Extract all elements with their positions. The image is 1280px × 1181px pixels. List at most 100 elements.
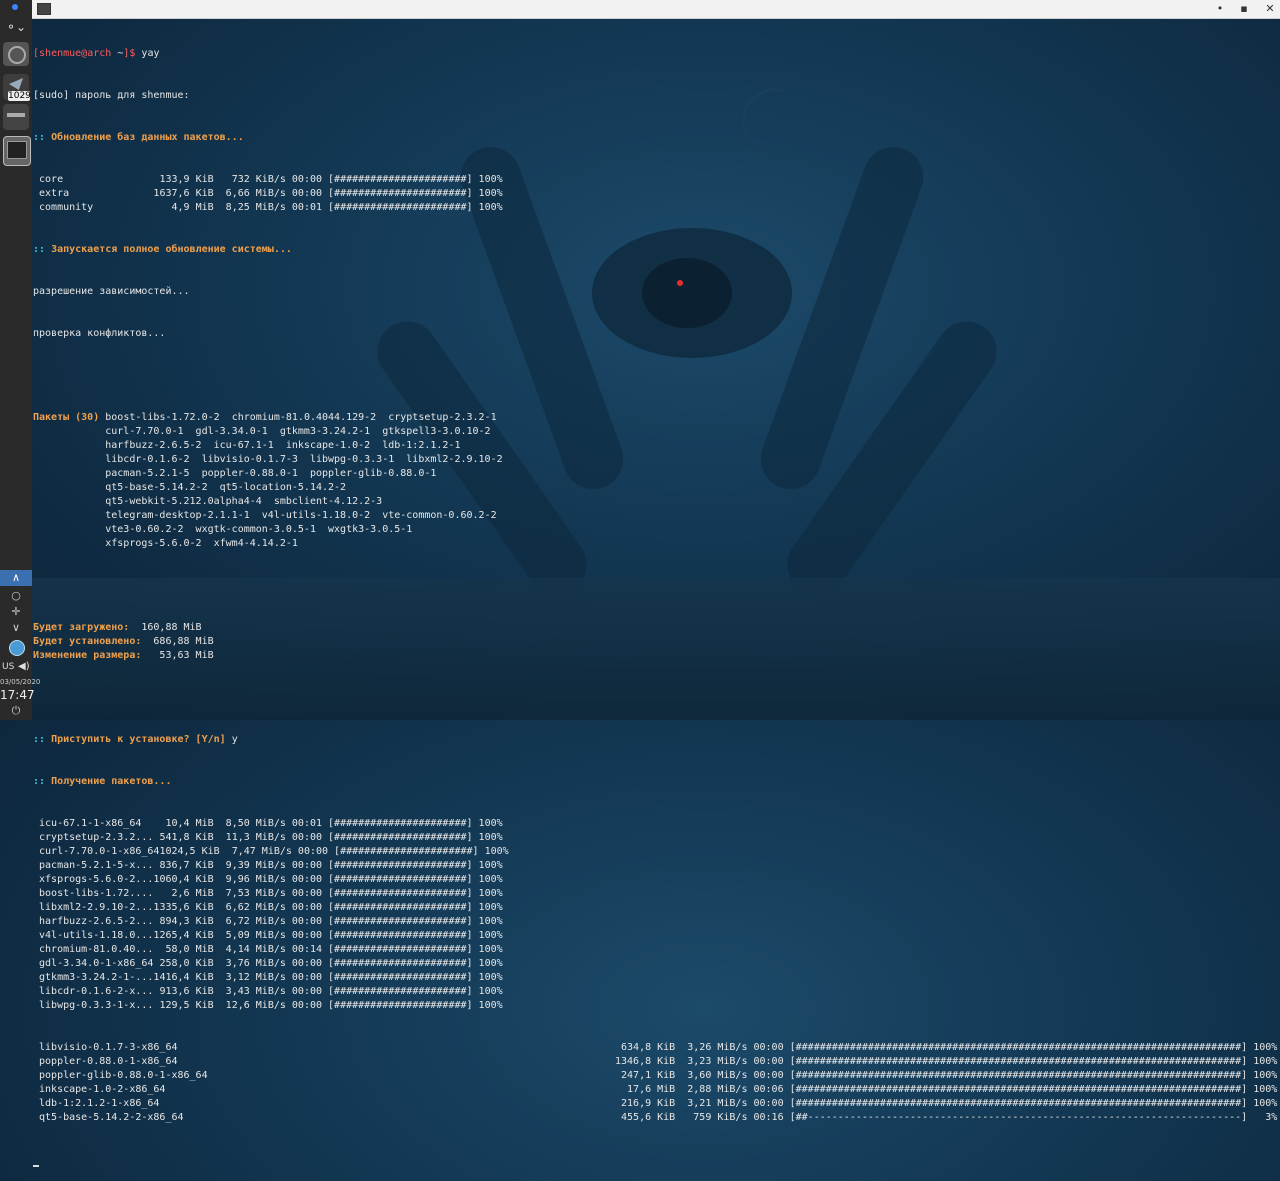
maximize-button[interactable]: ▪ (1236, 1, 1252, 17)
row-stats: 1346,8 KiB 3,23 MiB/s 00:00 [###########… (615, 1055, 1277, 1069)
row-name: qt5-base-5.14.2-2-x86_64 (33, 1112, 184, 1123)
row-time: 00:00 (291, 846, 329, 857)
row-speed: 8,25 MiB/s (213, 202, 286, 213)
taskbar-app-terminal[interactable] (3, 136, 31, 166)
row-size: 2,6 MiB (153, 888, 214, 899)
row-percent: 100% (472, 902, 503, 913)
row-time: 00:16 (747, 1112, 784, 1123)
header-marker: :: (33, 244, 52, 255)
text-cursor (33, 1165, 39, 1167)
package-line: curl-7.70.0-1 gdl-3.34.0-1 gtkmm3-3.24.2… (33, 425, 1280, 439)
section-header: :: Обновление баз данных пакетов... (33, 131, 1280, 145)
download-row: ldb-1:2.1.2-1-x86_64 216,9 KiB 3,21 MiB/… (33, 1097, 1280, 1111)
row-time: 00:00 (285, 902, 323, 913)
row-name: gdl-3.34.0-1-x86_64 (33, 958, 154, 969)
header-text: Обновление баз данных пакетов... (51, 132, 244, 143)
row-bar: [######################] (322, 174, 473, 185)
clock-date: 03/05/2020 (0, 678, 41, 686)
tray-expand-button[interactable]: ∧ (0, 570, 32, 586)
row-bar: [######################] (322, 1000, 473, 1011)
download-row: libvisio-0.1.7-3-x86_64 634,8 KiB 3,26 M… (33, 1041, 1280, 1055)
deps-line: разрешение зависимостей... (33, 286, 190, 297)
close-button[interactable]: ✕ (1262, 1, 1278, 17)
row-name: curl-7.70.0-1-x86_64 (33, 846, 160, 857)
download-row: gtkmm3-3.24.2-1-...1416,4 KiB 3,12 MiB/s… (33, 971, 1280, 985)
row-time: 00:00 (285, 930, 323, 941)
row-speed: 11,3 MiB/s (213, 832, 286, 843)
close-icon: ✕ (1265, 2, 1275, 15)
download-row: v4l-utils-1.18.0...1265,4 KiB 5,09 MiB/s… (33, 929, 1280, 943)
row-name: inkscape-1.0-2-x86_64 (33, 1084, 166, 1095)
row-size: 455,6 KiB (615, 1112, 676, 1123)
row-speed: 6,62 MiB/s (213, 902, 286, 913)
row-name: boost-libs-1.72.... (33, 888, 154, 899)
row-name: extra (33, 188, 154, 199)
row-time: 00:00 (747, 1098, 784, 1109)
row-size: 247,1 KiB (615, 1070, 676, 1081)
minimize-button[interactable]: • (1212, 1, 1228, 17)
row-bar: [######################] (322, 860, 473, 871)
download-row: qt5-base-5.14.2-2-x86_64 455,6 KiB 759 K… (33, 1111, 1280, 1125)
row-time: 00:00 (747, 1070, 784, 1081)
row-bar: [######################] (322, 972, 473, 983)
header-text: Запускается полное обновление системы... (51, 244, 292, 255)
row-bar: [######################] (322, 888, 473, 899)
summary-label: Будет загружено: (33, 622, 130, 633)
terminal-icon (37, 3, 51, 15)
row-size: 58,0 MiB (153, 944, 214, 955)
row-size: 129,5 KiB (153, 1000, 214, 1011)
package-line: xfsprogs-5.6.0-2 xfwm4-4.14.2-1 (33, 537, 1280, 551)
tray-network-icon[interactable]: ✛ (0, 604, 32, 620)
maximize-icon: ▪ (1240, 2, 1248, 15)
chevron-down-icon[interactable]: ∨ (0, 620, 32, 636)
sync-row: core 133,9 KiB 732 KiB/s 00:00 [########… (33, 173, 1280, 187)
row-name: cryptsetup-2.3.2... (33, 832, 154, 843)
row-percent: 100% (472, 930, 503, 941)
globe-icon[interactable] (9, 640, 25, 656)
conflicts-line: проверка конфликтов... (33, 328, 166, 339)
row-name: icu-67.1-1-x86_64 (33, 818, 154, 829)
row-time: 00:00 (285, 916, 323, 927)
taskbar-app-inkscape[interactable] (3, 104, 29, 130)
row-bar: [##-------------------------------------… (783, 1112, 1248, 1123)
row-time: 00:00 (285, 972, 323, 983)
package-names: qt5-base-5.14.2-2 qt5-location-5.14.2-2 (105, 482, 347, 493)
summary-row: Будет загружено: 160,88 MiB (33, 621, 1280, 635)
row-bar: [#######################################… (783, 1056, 1248, 1067)
row-time: 00:00 (285, 874, 323, 885)
app-menu-button[interactable]: ⚬⌄ (3, 20, 29, 36)
confirm-question: Приступить к установке? [Y/n] (51, 734, 226, 745)
row-name: libvisio-0.1.7-3-x86_64 (33, 1042, 178, 1053)
row-percent: 100% (1247, 1042, 1278, 1053)
tray-status-icon[interactable]: ○ (0, 588, 32, 604)
taskbar-app-settings[interactable] (3, 42, 29, 66)
row-speed: 3,26 MiB/s (675, 1042, 748, 1053)
prompt-user-host: shenmue@arch (39, 48, 112, 59)
row-time: 00:00 (285, 174, 323, 185)
row-bar: [#######################################… (783, 1084, 1248, 1095)
volume-icon[interactable]: ◀) (18, 661, 30, 672)
window-titlebar[interactable]: • ▪ ✕ (32, 0, 1280, 19)
clock-time[interactable]: 17:47 (0, 688, 35, 702)
row-speed: 9,96 MiB/s (213, 874, 286, 885)
row-stats: 17,6 MiB 2,88 MiB/s 00:06 [#############… (615, 1083, 1277, 1097)
keyboard-layout[interactable]: US (2, 662, 14, 672)
row-time: 00:01 (285, 202, 323, 213)
power-icon[interactable]: ⏻ (0, 704, 32, 718)
terminal-output[interactable]: [shenmue@arch ~]$ yay [sudo] пароль для … (33, 19, 1280, 1181)
row-name: core (33, 174, 154, 185)
row-time: 00:00 (285, 1000, 323, 1011)
download-row: libwpg-0.3.3-1-x... 129,5 KiB 12,6 MiB/s… (33, 999, 1280, 1013)
row-stats: 455,6 KiB 759 KiB/s 00:16 [##-----------… (615, 1111, 1277, 1125)
download-row: chromium-81.0.40... 58,0 MiB 4,14 MiB/s … (33, 943, 1280, 957)
package-line: vte3-0.60.2-2 wxgtk-common-3.0.5-1 wxgtk… (33, 523, 1280, 537)
download-row: boost-libs-1.72.... 2,6 MiB 7,53 MiB/s 0… (33, 887, 1280, 901)
package-names: qt5-webkit-5.212.0alpha4-4 smbclient-4.1… (105, 496, 383, 507)
row-bar: [######################] (322, 902, 473, 913)
row-name: libcdr-0.1.6-2-x... (33, 986, 154, 997)
workspace-indicator-icon[interactable] (12, 4, 18, 10)
row-name: community (33, 202, 154, 213)
download-row: icu-67.1-1-x86_64 10,4 MiB 8,50 MiB/s 00… (33, 817, 1280, 831)
